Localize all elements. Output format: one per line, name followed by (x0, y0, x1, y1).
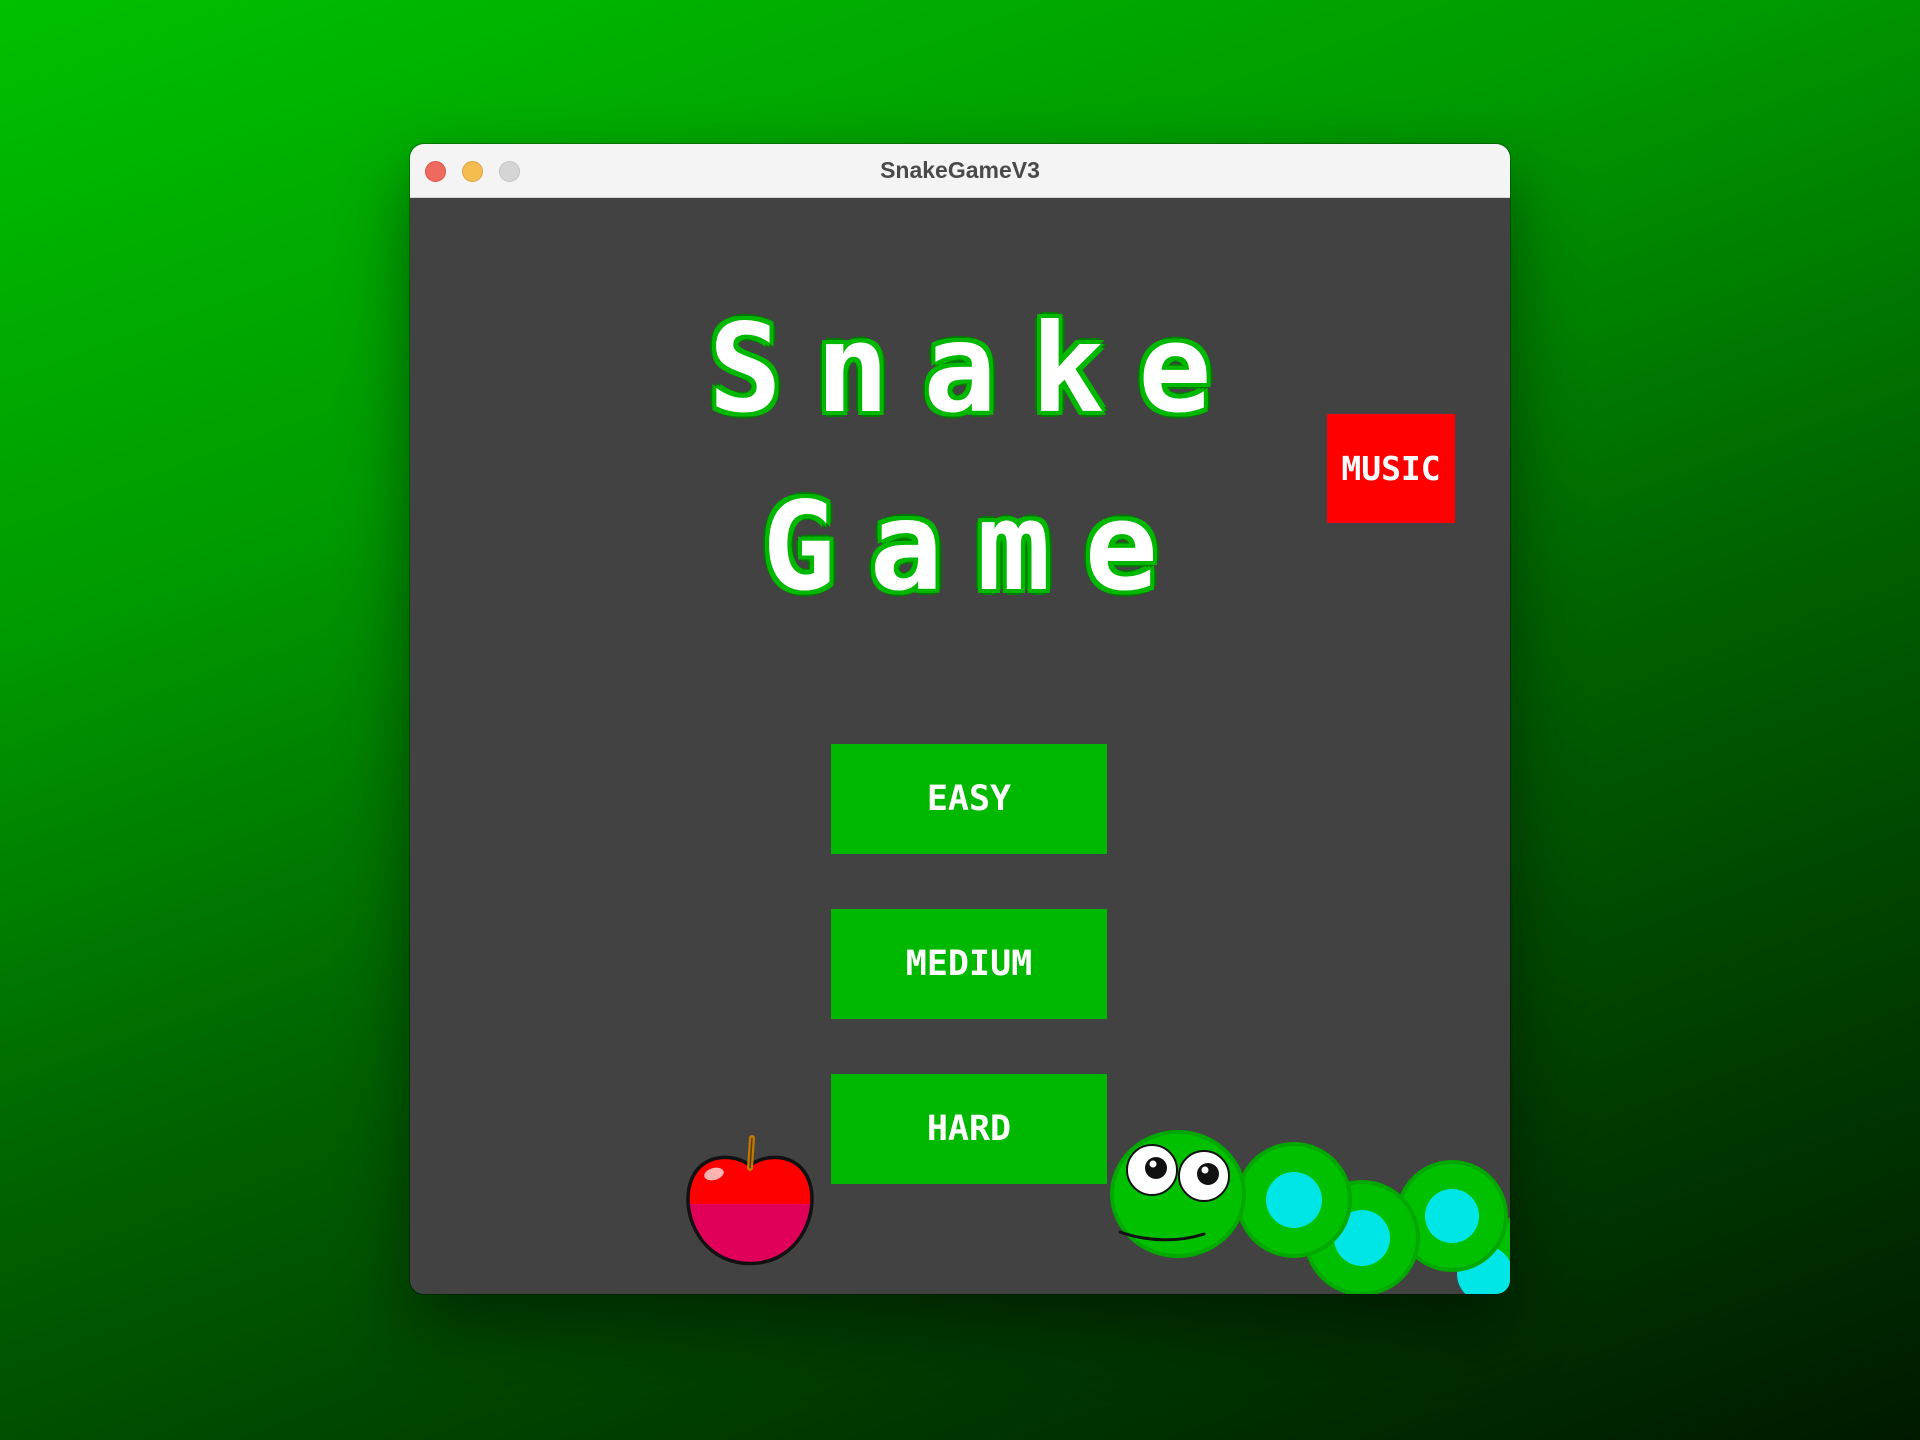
snake-mascot-icon (1110, 1130, 1510, 1294)
apple-icon (686, 1135, 814, 1266)
medium-difficulty-button[interactable]: MEDIUM (831, 909, 1107, 1019)
app-window: SnakeGameV3 Snake Game MUSIC EASY MEDIUM… (410, 144, 1510, 1294)
music-toggle-button[interactable]: MUSIC (1327, 414, 1455, 523)
game-menu-screen: Snake Game MUSIC EASY MEDIUM HARD (410, 198, 1510, 1294)
window-title: SnakeGameV3 (880, 157, 1040, 183)
hard-difficulty-button[interactable]: HARD (831, 1074, 1107, 1184)
easy-difficulty-button[interactable]: EASY (831, 744, 1107, 854)
window-titlebar[interactable]: SnakeGameV3 (410, 144, 1510, 198)
